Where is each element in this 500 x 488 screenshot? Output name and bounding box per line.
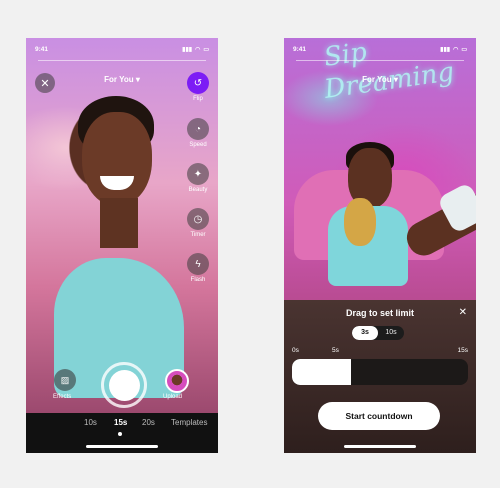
countdown-option-3s[interactable]: 3s [352, 326, 378, 340]
wifi-icon: ◠ [453, 46, 459, 53]
camera-screen: 9:41 ▮▮▮ ◠ ▭ ✕ For You ▾ ↺ Flip ◔ Speed … [26, 38, 218, 453]
scale-label-start: 0s [292, 347, 299, 354]
duration-selected-indicator [118, 432, 122, 436]
wifi-icon: ◠ [195, 46, 201, 53]
effects-label: Effects [53, 394, 72, 400]
effects-button[interactable]: ▨ [54, 369, 76, 391]
limit-slider-track[interactable] [292, 359, 468, 385]
tool-label-speed: Speed [189, 142, 207, 148]
countdown-toggle: 3s 10s [352, 326, 404, 340]
progress-line [38, 60, 206, 61]
status-bar: 9:41 ▮▮▮ ◠ ▭ [284, 38, 476, 60]
timer-button[interactable]: ◷ Timer [185, 208, 211, 238]
upload-button[interactable] [165, 369, 189, 393]
timer-icon: ◷ [187, 208, 209, 230]
magic-wand-icon: ✦ [187, 163, 209, 185]
battery-icon: ▭ [461, 46, 467, 53]
speed-button[interactable]: ◔ Speed [185, 118, 211, 148]
scale-label-end: 15s [457, 347, 468, 354]
sheet-title: Drag to set limit [345, 308, 414, 318]
tool-label-flip: Flip [193, 96, 203, 102]
status-bar: 9:41 ▮▮▮ ◠ ▭ [26, 38, 218, 60]
countdown-option-10s[interactable]: 10s [378, 326, 404, 340]
flip-camera-icon: ↺ [187, 72, 209, 94]
beauty-button[interactable]: ✦ Beauty [185, 163, 211, 193]
duration-10s[interactable]: 10s [84, 418, 97, 427]
tool-label-timer: Timer [190, 232, 206, 238]
status-time: 9:41 [35, 45, 49, 53]
tool-label-flash: Flash [190, 277, 206, 283]
close-icon[interactable]: ✕ [459, 307, 467, 318]
chevron-down-icon: ▾ [391, 75, 398, 84]
flash-button[interactable]: ϟ Flash [185, 253, 211, 283]
limit-slider-fill[interactable] [292, 359, 351, 385]
record-button-inner [108, 369, 140, 401]
scale-label-mid: 5s [332, 347, 339, 354]
tool-label-beauty: Beauty [188, 187, 208, 193]
battery-icon: ▭ [203, 46, 209, 53]
record-button[interactable] [101, 362, 147, 408]
timer-bottom-sheet: Drag to set limit ✕ 3s 10s 0s 5s 15s Sta… [284, 300, 476, 453]
signal-icon: ▮▮▮ [440, 46, 451, 53]
flash-icon: ϟ [187, 253, 209, 275]
speed-gauge-icon: ◔ [187, 118, 209, 140]
status-time: 9:41 [293, 45, 307, 53]
chevron-down-icon: ▾ [133, 75, 140, 84]
home-indicator [86, 445, 158, 448]
upload-label: Upload [163, 394, 183, 400]
start-countdown-button[interactable]: Start countdown [318, 402, 440, 430]
duration-15s[interactable]: 15s [114, 418, 127, 427]
duration-templates[interactable]: Templates [171, 418, 207, 427]
effects-icon: ▨ [60, 374, 70, 385]
timer-screen: Sip Dreaming 9:41 ▮▮▮ ◠ ▭ For You ▾ Drag… [284, 38, 476, 453]
signal-icon: ▮▮▮ [182, 46, 193, 53]
progress-line [296, 60, 464, 61]
duration-20s[interactable]: 20s [142, 418, 155, 427]
feed-title[interactable]: For You ▾ [284, 75, 476, 84]
home-indicator [344, 445, 416, 448]
capture-controls: ▨ Effects Upload [26, 362, 218, 412]
flip-button[interactable]: ↺ Flip [185, 72, 211, 102]
